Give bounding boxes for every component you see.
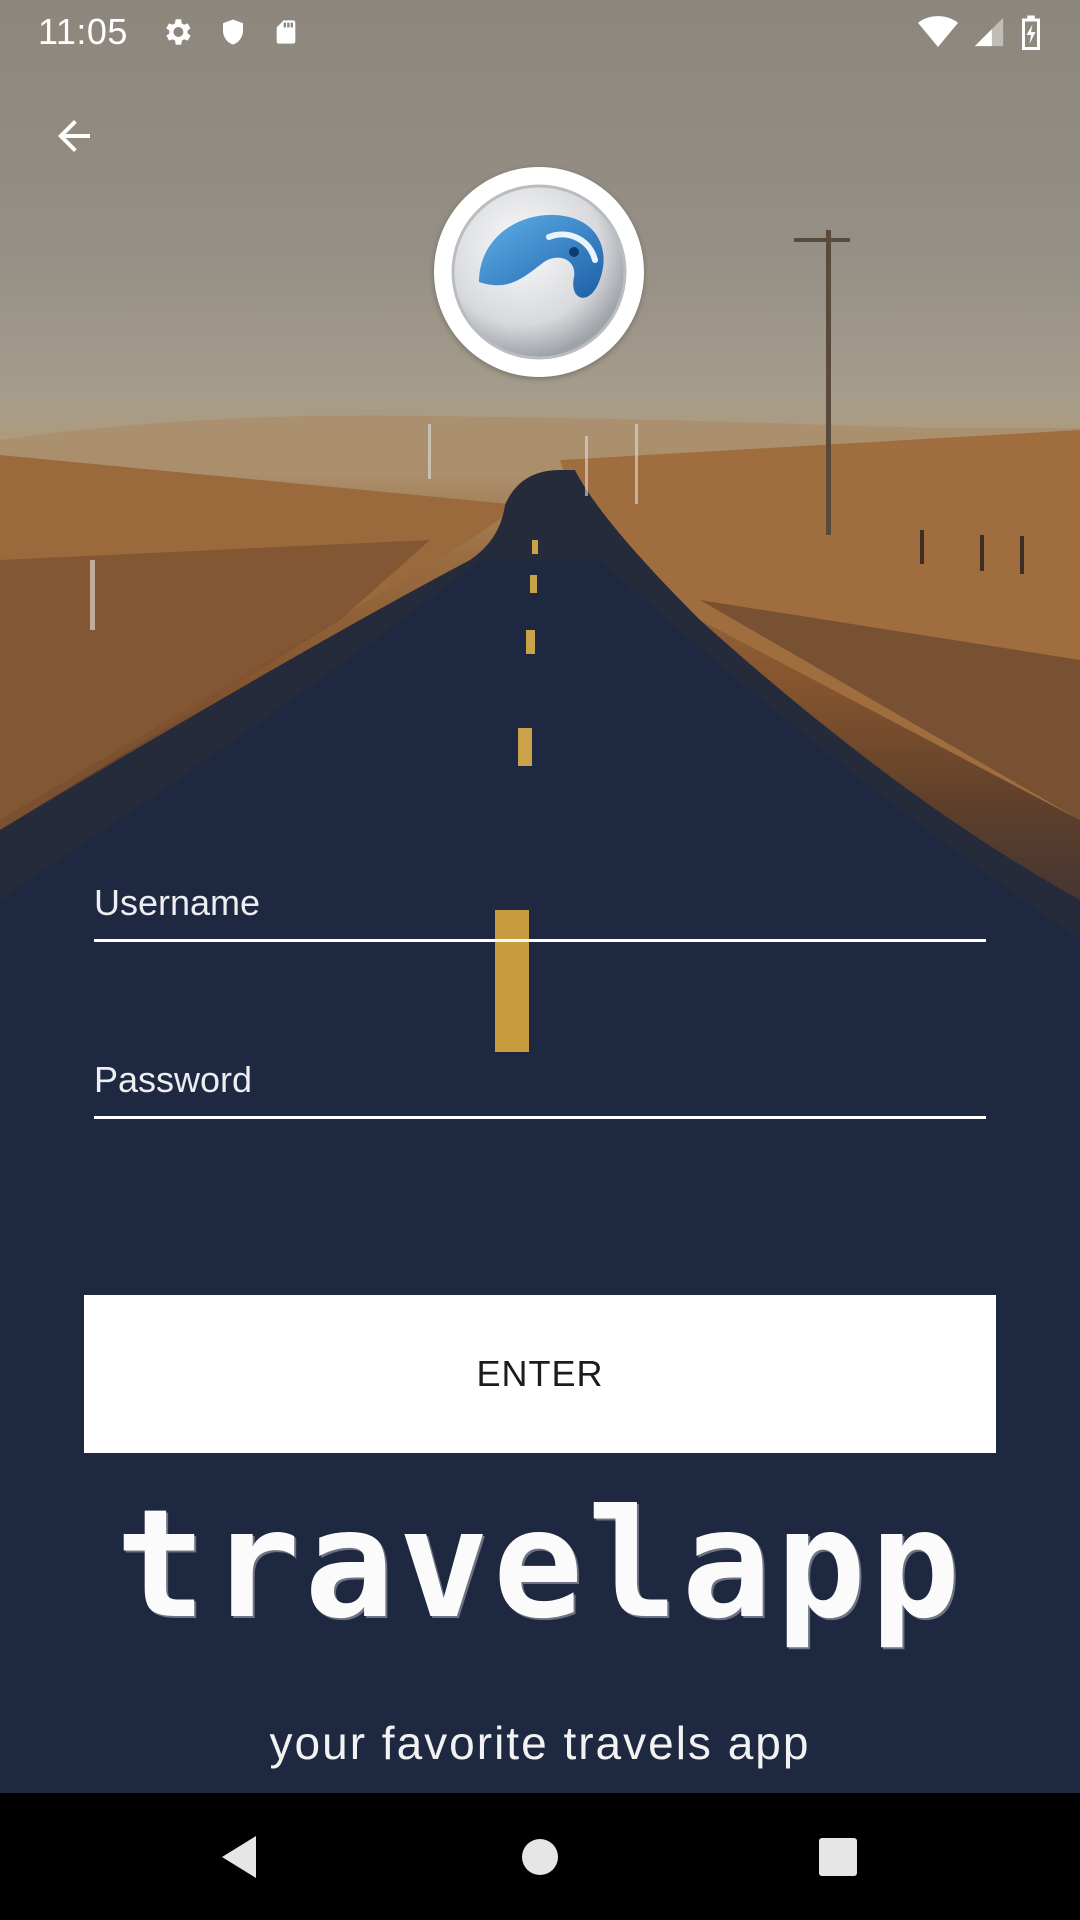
nav-back-button[interactable] <box>208 1827 268 1887</box>
wifi-icon <box>918 16 958 47</box>
nav-home-icon <box>522 1839 558 1875</box>
settings-icon <box>166 19 191 45</box>
password-input[interactable] <box>94 1033 986 1116</box>
sd-card-icon <box>276 20 296 44</box>
app-logo-icon <box>451 184 627 360</box>
status-left-icons <box>160 15 300 49</box>
password-field[interactable] <box>94 1033 986 1119</box>
shield-icon <box>222 19 243 45</box>
app-logo <box>434 167 644 377</box>
status-time: 11:05 <box>38 11 128 52</box>
cellular-signal-icon <box>974 17 1004 47</box>
brand-tagline: your favorite travels app <box>269 1717 811 1769</box>
username-field[interactable] <box>94 856 986 942</box>
arrow-back-icon <box>58 120 90 152</box>
back-button[interactable] <box>38 100 110 172</box>
system-navigation-bar <box>0 1793 1080 1920</box>
status-right-icons <box>918 14 1042 50</box>
status-bar: 11:05 <box>0 0 1080 64</box>
enter-button[interactable]: ENTER <box>84 1295 996 1453</box>
nav-recents-button[interactable] <box>808 1827 868 1887</box>
nav-recents-icon <box>819 1838 857 1876</box>
brand-name: travelapp <box>115 1478 965 1652</box>
battery-charging-icon <box>1022 15 1040 50</box>
username-input[interactable] <box>94 856 986 939</box>
nav-back-icon <box>222 1836 256 1878</box>
nav-home-button[interactable] <box>510 1827 570 1887</box>
